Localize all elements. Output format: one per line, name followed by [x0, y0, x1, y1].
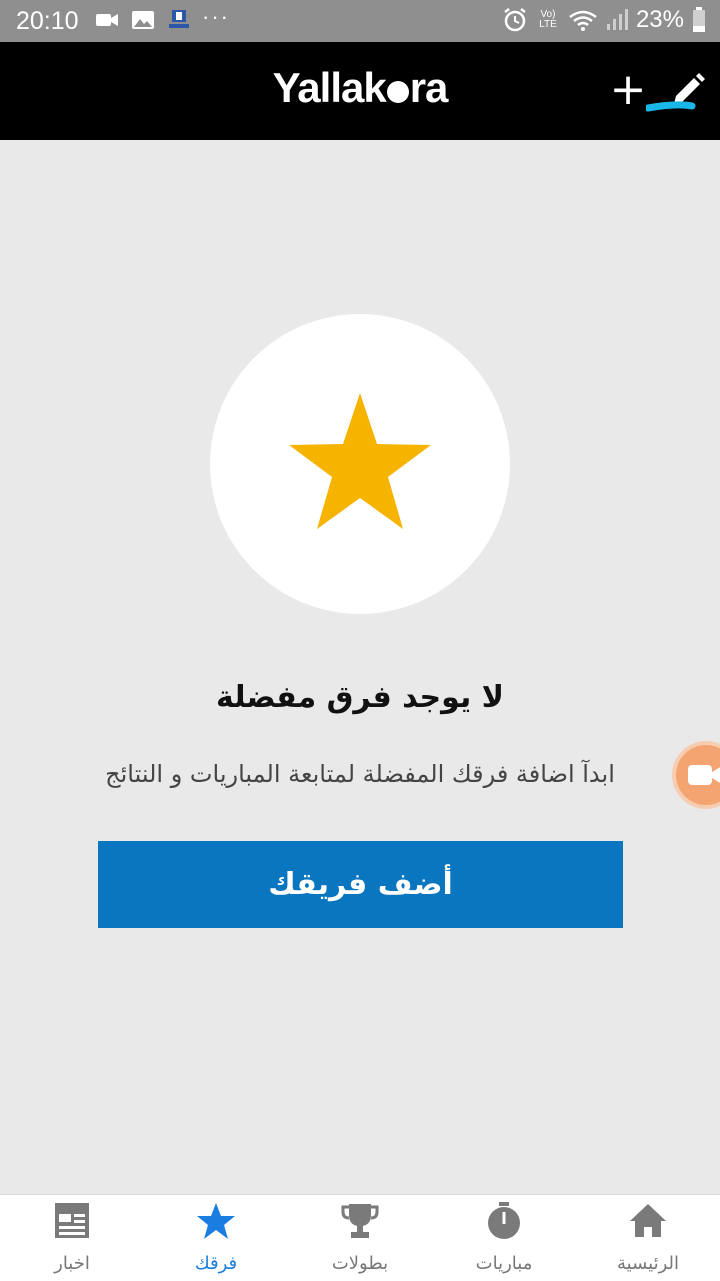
carrefour-app-icon — [169, 10, 189, 28]
nav-label-home: الرئيسية — [617, 1253, 679, 1274]
signal-icon — [606, 9, 628, 30]
battery-icon — [693, 7, 705, 32]
nav-item-tournaments[interactable]: بطولات — [288, 1195, 432, 1281]
screen-recorder-bubble[interactable] — [676, 745, 720, 805]
star-icon — [289, 393, 431, 529]
alarm-icon — [504, 8, 526, 32]
status-system-icons: Vo) LTE 23% — [502, 6, 706, 34]
more-notifications-indicator: ··· — [202, 4, 230, 29]
news-icon — [55, 1203, 89, 1238]
video-camera-icon — [96, 14, 118, 26]
status-bar: 20:10 ··· Vo) LTE 23% — [0, 0, 720, 42]
nav-label-news: اخبار — [54, 1253, 90, 1274]
nav-label-your-teams: فرقك — [194, 1253, 238, 1274]
empty-state-title: لا يوجد فرق مفضلة — [216, 680, 504, 715]
video-camera-icon — [688, 765, 720, 785]
status-time: 20:10 — [16, 7, 79, 35]
wifi-icon — [569, 10, 597, 31]
empty-state-subtitle: ابدآ اضافة فرقك المفضلة لمتابعة المباريا… — [105, 760, 615, 788]
logo-ball-o — [386, 81, 409, 103]
gallery-icon — [132, 11, 154, 29]
volte-bottom-text: LTE — [539, 19, 557, 30]
logo-text-start: Yallak — [272, 64, 387, 111]
nav-item-your-teams[interactable]: فرقك — [144, 1195, 288, 1281]
app-header: Yallak ra + — [0, 42, 720, 140]
bottom-navigation: اخبار فرقك بطولات مباريات الرئيسية — [0, 1194, 720, 1281]
nav-label-matches: مباريات — [475, 1253, 533, 1274]
nav-label-tournaments: بطولات — [331, 1253, 389, 1274]
home-icon — [630, 1204, 666, 1237]
logo-text-end: ra — [409, 64, 449, 111]
star-icon — [197, 1203, 235, 1239]
nav-item-matches[interactable]: مباريات — [432, 1195, 576, 1281]
nav-item-home[interactable]: الرئيسية — [576, 1195, 720, 1281]
favorite-star-illustration — [210, 314, 510, 614]
stopwatch-icon — [488, 1202, 520, 1239]
star-shape — [289, 393, 431, 529]
add-button[interactable]: + — [606, 66, 650, 116]
nav-item-news[interactable]: اخبار — [0, 1195, 144, 1281]
volte-indicator: Vo) LTE — [536, 10, 560, 30]
add-team-button[interactable]: أضف فريقك — [98, 841, 623, 928]
battery-percentage: 23% — [635, 6, 684, 33]
status-notification-icons — [95, 9, 191, 31]
pencil-icon[interactable] — [646, 68, 706, 118]
trophy-icon — [341, 1204, 379, 1238]
